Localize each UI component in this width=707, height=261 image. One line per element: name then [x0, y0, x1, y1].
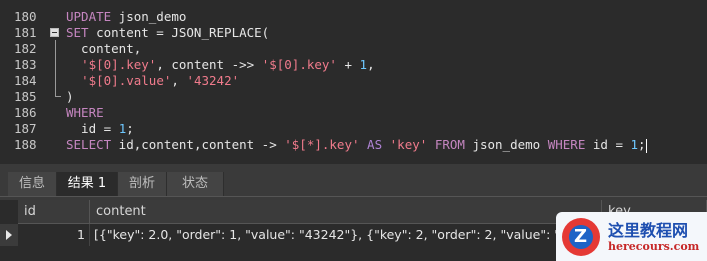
code-text: SET content = JSON_REPLACE(: [66, 25, 270, 40]
line-number: 188: [14, 137, 37, 152]
code-line[interactable]: 180 UPDATE json_demo: [0, 9, 707, 25]
line-number: 187: [14, 121, 37, 136]
code-line[interactable]: 186 WHERE: [0, 105, 707, 121]
code-line[interactable]: 181 SET content = JSON_REPLACE(: [0, 25, 707, 41]
code-text: content,: [66, 41, 142, 56]
code-text: UPDATE json_demo: [66, 9, 187, 24]
line-number: 180: [14, 9, 37, 24]
cell-id[interactable]: 1: [18, 224, 90, 246]
line-number: 186: [14, 105, 37, 120]
code-line[interactable]: 182 content,: [0, 41, 707, 57]
text-cursor: [645, 138, 647, 153]
code-text: '$[0].value', '43242': [81, 73, 240, 88]
sql-editor[interactable]: 180 UPDATE json_demo 181 SET content = JSON…: [0, 0, 707, 164]
result-tabs: 信息 结果 1 剖析 状态: [0, 172, 707, 197]
code-text: id = 1;: [66, 121, 134, 136]
code-line[interactable]: 185): [0, 89, 707, 105]
code-text: ): [66, 89, 74, 104]
cell-content[interactable]: [{"key": 2.0, "order": 1, "value": "4324…: [90, 224, 602, 246]
watermark: 这里教程网 herecours.com: [556, 212, 707, 261]
line-number: 183: [14, 57, 37, 72]
code-line[interactable]: 184 '$[0].value', '43242': [0, 73, 707, 89]
current-row-indicator[interactable]: [0, 224, 18, 246]
tab-info[interactable]: 信息: [8, 172, 57, 196]
site-logo-icon: [562, 218, 600, 256]
code-text: '$[0].key', content ->> '$[0].key' + 1,: [81, 57, 375, 72]
code-line[interactable]: 187 id = 1;: [0, 121, 707, 137]
row-pointer-icon: [6, 230, 12, 240]
watermark-title: 这里教程网: [608, 221, 689, 240]
code-line[interactable]: 188 SELECT id,content,content -> '$[*].ke…: [0, 137, 707, 153]
watermark-url: herecours.com: [608, 240, 700, 253]
tab-status[interactable]: 状态: [167, 172, 224, 196]
line-number: 184: [14, 73, 37, 88]
code-text: WHERE: [66, 105, 104, 120]
fold-toggle-icon[interactable]: [50, 28, 59, 37]
tab-result-1[interactable]: 结果 1: [57, 172, 118, 196]
tab-profile[interactable]: 剖析: [118, 172, 167, 196]
line-number: 181: [14, 25, 37, 40]
line-number: 182: [14, 41, 37, 56]
column-header-id[interactable]: id: [18, 200, 90, 224]
line-number: 185: [14, 89, 37, 104]
code-text: SELECT id,content,content -> '$[*].key' …: [66, 137, 647, 153]
column-header-content[interactable]: content: [90, 200, 602, 224]
code-line[interactable]: 183 '$[0].key', content ->> '$[0].key' +…: [0, 57, 707, 73]
